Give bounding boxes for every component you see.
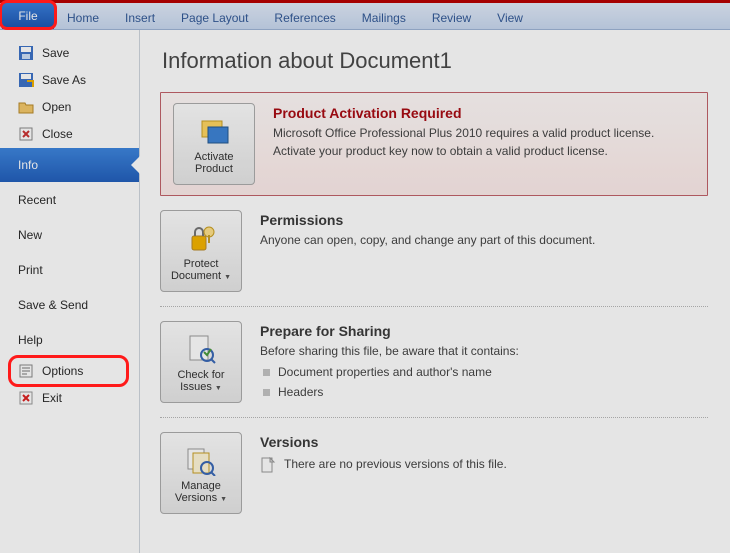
nav-close-label: Close [42,127,73,141]
tab-page-layout[interactable]: Page Layout [168,7,261,29]
nav-save-as-label: Save As [42,73,86,87]
lock-icon [185,222,217,254]
nav-save-as[interactable]: Save As [0,67,139,93]
nav-save-send-label: Save & Send [18,298,88,312]
ribbon-tabs: File Home Insert Page Layout References … [0,3,730,30]
nav-info-label: Info [18,158,38,172]
dropdown-icon: ▼ [215,385,222,392]
tab-review[interactable]: Review [419,7,484,29]
sharing-intro: Before sharing this file, be aware that … [260,343,708,360]
save-icon [18,45,34,61]
nav-options[interactable]: Options [0,358,139,384]
section-versions: Manage Versions▼ Versions There are no p… [160,417,708,528]
options-icon [18,363,34,379]
nav-close[interactable]: Close [0,121,139,147]
backstage-nav: Save Save As Open Close Info Recent New … [0,30,140,553]
dropdown-icon: ▼ [224,274,231,281]
sharing-item: Headers [260,384,708,401]
nav-print-label: Print [18,263,43,277]
nav-save-send[interactable]: Save & Send [0,288,139,322]
activation-body: Microsoft Office Professional Plus 2010 … [273,125,695,160]
check-for-issues-button[interactable]: Check for Issues▼ [160,321,242,403]
tab-references[interactable]: References [261,7,348,29]
nav-open-label: Open [42,100,71,114]
nav-exit-label: Exit [42,391,62,405]
section-permissions: Protect Document▼ Permissions Anyone can… [160,210,708,306]
page-title: Information about Document1 [162,48,708,74]
section-activation: Activate Product Product Activation Requ… [160,92,708,196]
tab-home[interactable]: Home [54,7,112,29]
open-icon [18,99,34,115]
manage-versions-label: Manage Versions [175,480,221,504]
sharing-item: Document properties and author's name [260,364,708,381]
nav-help[interactable]: Help [0,323,139,357]
nav-options-label: Options [42,364,83,378]
nav-exit[interactable]: Exit [0,385,139,411]
nav-info[interactable]: Info [0,148,139,182]
activate-icon [198,115,230,147]
save-as-icon [18,72,34,88]
tab-insert[interactable]: Insert [112,7,168,29]
nav-recent[interactable]: Recent [0,183,139,217]
tab-file[interactable]: File [2,3,54,29]
exit-icon [18,390,34,406]
tab-mailings[interactable]: Mailings [349,7,419,29]
inspect-icon [185,333,217,365]
versions-heading: Versions [260,432,708,452]
close-icon [18,126,34,142]
activation-heading: Product Activation Required [273,103,695,123]
versions-body: There are no previous versions of this f… [284,456,507,473]
nav-new[interactable]: New [0,218,139,252]
info-panel: Information about Document1 Activate Pro… [140,30,730,553]
versions-icon [185,444,217,476]
nav-save-label: Save [42,46,69,60]
manage-versions-button[interactable]: Manage Versions▼ [160,432,242,514]
section-sharing: Check for Issues▼ Prepare for Sharing Be… [160,306,708,417]
protect-document-label: Protect Document [171,258,221,282]
nav-open[interactable]: Open [0,94,139,120]
nav-new-label: New [18,228,42,242]
tab-file-label: File [18,9,37,23]
nav-print[interactable]: Print [0,253,139,287]
sharing-heading: Prepare for Sharing [260,321,708,341]
protect-document-button[interactable]: Protect Document▼ [160,210,242,292]
document-icon [260,457,276,473]
nav-help-label: Help [18,333,43,347]
tab-view[interactable]: View [484,7,536,29]
activate-product-label: Activate Product [176,151,252,175]
nav-recent-label: Recent [18,193,56,207]
activate-product-button[interactable]: Activate Product [173,103,255,185]
nav-save[interactable]: Save [0,40,139,66]
permissions-body: Anyone can open, copy, and change any pa… [260,232,708,249]
dropdown-icon: ▼ [220,496,227,503]
permissions-heading: Permissions [260,210,708,230]
